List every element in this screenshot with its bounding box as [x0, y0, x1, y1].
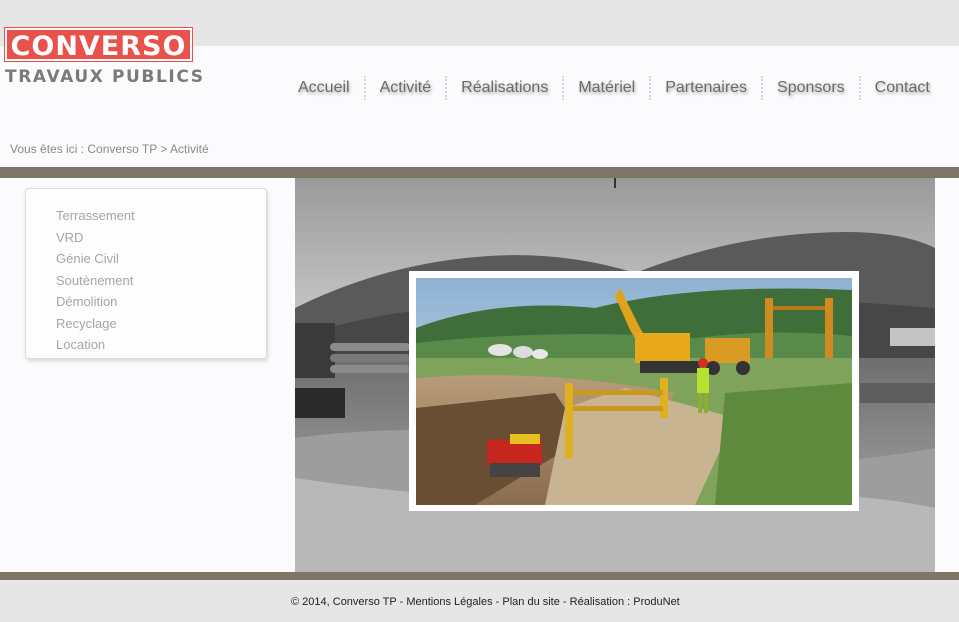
submenu-genie-civil[interactable]: Génie Civil: [56, 248, 266, 270]
breadcrumb-prefix: Vous êtes ici :: [10, 142, 85, 156]
submenu-demolition[interactable]: Démolition: [56, 291, 266, 313]
submenu-soutenement[interactable]: Soutènement: [56, 270, 266, 292]
logo-tagline: TRAVAUX PUBLICS: [5, 67, 205, 87]
site-logo[interactable]: CONVERSO TRAVAUX PUBLICS: [4, 27, 205, 87]
footer-legal-link[interactable]: Mentions Légales: [406, 596, 492, 608]
construction-site-photo: [295, 178, 935, 572]
nav-activite[interactable]: Activité: [366, 74, 446, 102]
footer: © 2014, Converso TP - Mentions Légales -…: [0, 580, 959, 622]
nav-accueil[interactable]: Accueil: [284, 74, 364, 102]
header-divider-bar: [0, 167, 959, 178]
activity-submenu: Terrassement VRD Génie Civil Soutènement…: [25, 188, 267, 359]
footer-credit-link[interactable]: ProduNet: [633, 596, 679, 608]
submenu-location[interactable]: Location: [56, 334, 266, 356]
footer-links: © 2014, Converso TP - Mentions Légales -…: [291, 596, 680, 608]
nav-realisations[interactable]: Réalisations: [447, 74, 562, 102]
submenu-vrd[interactable]: VRD: [56, 227, 266, 249]
submenu-recyclage[interactable]: Recyclage: [56, 313, 266, 335]
main-nav: Accueil Activité Réalisations Matériel P…: [284, 74, 944, 102]
footer-divider-bar: [0, 572, 959, 580]
breadcrumb-home-link[interactable]: Converso TP: [87, 142, 157, 156]
footer-credit-prefix: Réalisation :: [569, 596, 631, 608]
breadcrumb-separator: >: [160, 142, 168, 156]
nav-partenaires[interactable]: Partenaires: [651, 74, 761, 102]
breadcrumb-current: Activité: [170, 142, 209, 156]
footer-separator: -: [399, 596, 404, 608]
footer-sitemap-link[interactable]: Plan du site: [502, 596, 559, 608]
footer-copyright: © 2014, Converso TP: [291, 596, 397, 608]
footer-separator: -: [495, 596, 500, 608]
nav-contact[interactable]: Contact: [861, 74, 944, 102]
nav-sponsors[interactable]: Sponsors: [763, 74, 859, 102]
submenu-terrassement[interactable]: Terrassement: [56, 205, 266, 227]
logo-name: CONVERSO: [4, 27, 193, 62]
nav-materiel[interactable]: Matériel: [564, 74, 649, 102]
footer-separator: -: [562, 596, 567, 608]
breadcrumb: Vous êtes ici : Converso TP > Activité: [10, 142, 209, 156]
